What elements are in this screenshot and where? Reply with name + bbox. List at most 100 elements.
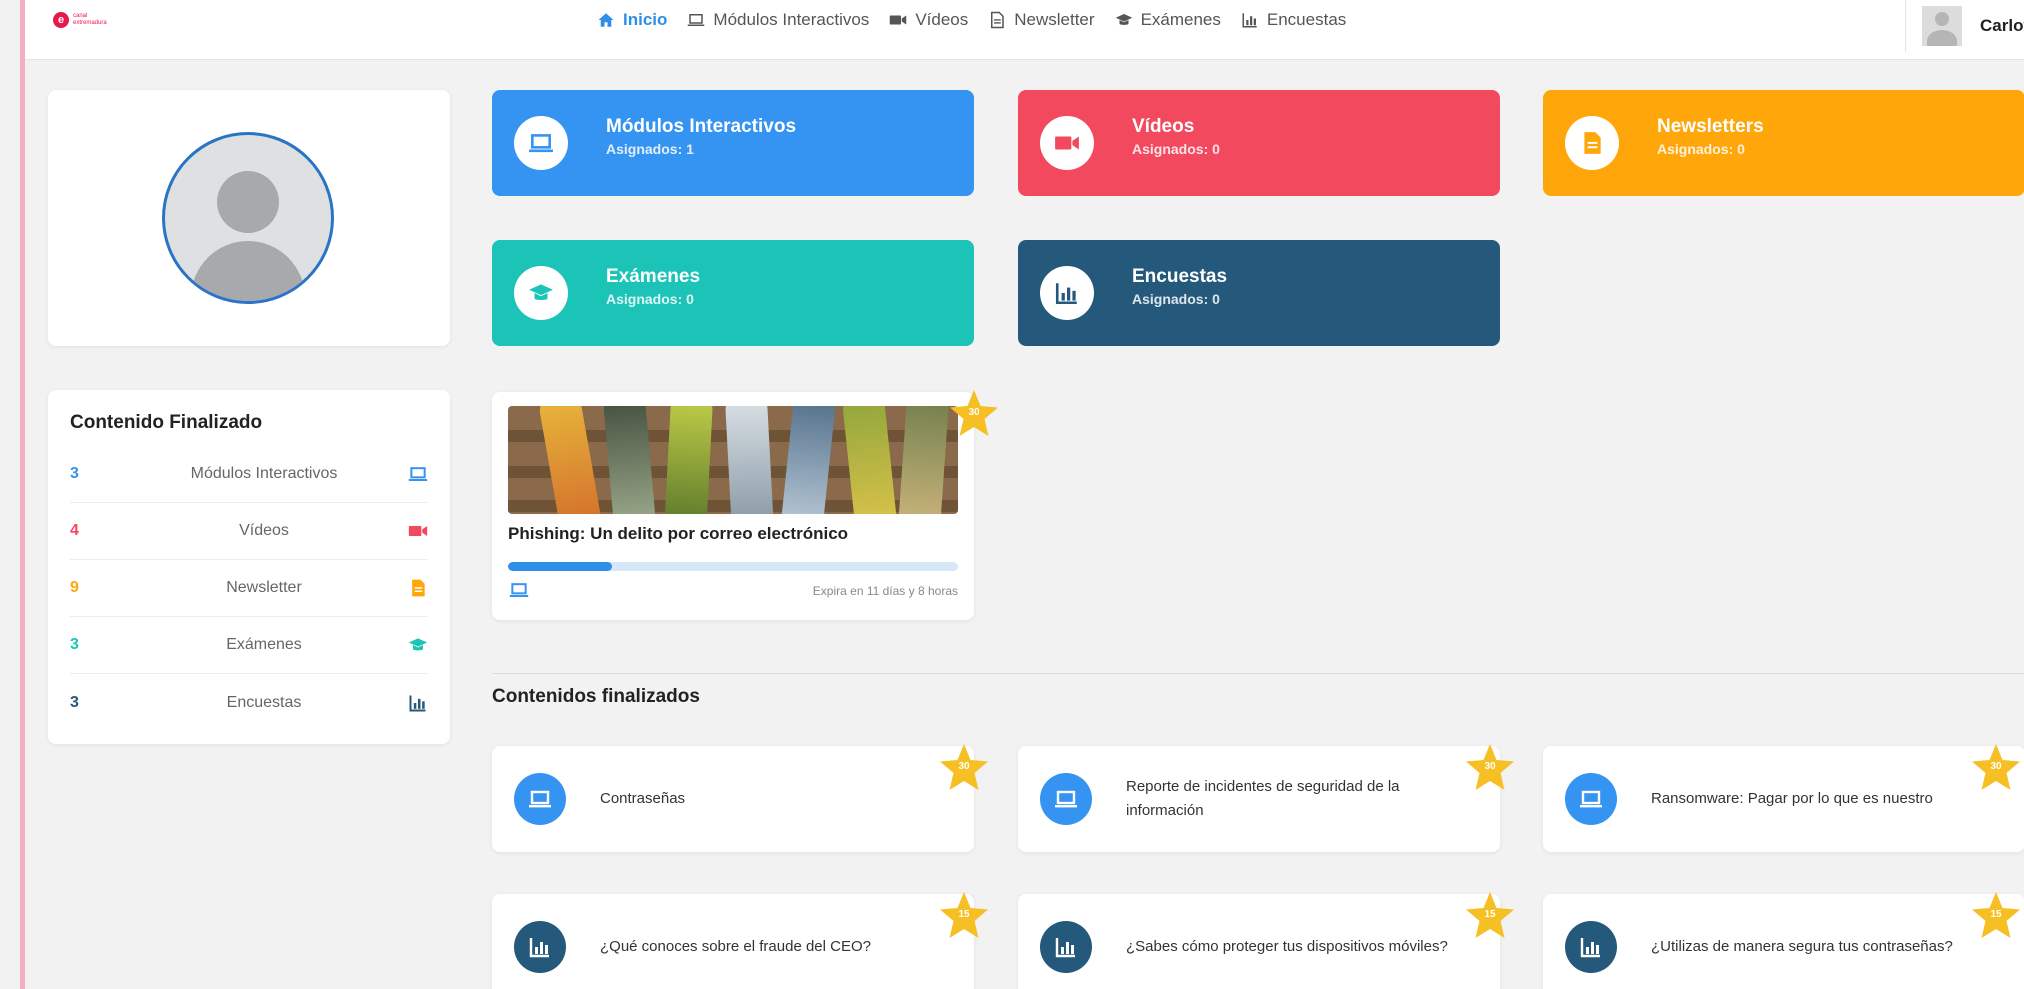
points-value: 30 (958, 761, 970, 772)
laptop-icon (529, 790, 551, 808)
finished-content-title: Contenido Finalizado (70, 412, 263, 433)
laptop-icon (688, 14, 705, 26)
nav-item-inicio[interactable]: Inicio (597, 10, 667, 30)
points-badge: 15 (1464, 890, 1516, 940)
tile-title: Módulos Interactivos (606, 115, 797, 137)
points-value: 15 (1990, 909, 2002, 920)
video-icon (408, 526, 428, 536)
nav-item-videos[interactable]: Vídeos (889, 10, 968, 30)
laptop-icon (1580, 790, 1602, 808)
course-title: Phishing: Un delito por correo electróni… (508, 524, 849, 543)
finished-count: 4 (70, 522, 79, 539)
section-divider (492, 673, 2024, 674)
user-menu[interactable]: Carlota (1905, 0, 2024, 52)
tile-subtitle: Asignados: 0 (1132, 140, 1220, 157)
completed-item-title: ¿Qué conoces sobre el fraude del CEO? (600, 938, 871, 955)
points-badge: 15 (938, 890, 990, 940)
bar-chart-icon (1580, 938, 1600, 958)
graduation-cap-icon (408, 638, 428, 651)
bar-chart-icon (1055, 283, 1077, 305)
completed-item-card[interactable]: ¿Utilizas de manera segura tus contraseñ… (1543, 894, 2024, 989)
completed-item-title: Ransomware: Pagar por lo que es nuestro (1651, 790, 1933, 807)
tile-subtitle: Asignados: 0 (606, 290, 694, 307)
profile-card (48, 90, 450, 346)
course-expiry: Expira en 11 días y 8 horas (812, 584, 958, 598)
nav-label: Módulos Interactivos (713, 10, 870, 29)
nav-label: Newsletter (1014, 10, 1095, 29)
tile-title: Encuestas (1132, 265, 1228, 287)
graduation-cap-icon (1115, 14, 1132, 25)
document-icon (412, 579, 425, 597)
tile-title: Newsletters (1657, 115, 1764, 137)
tile-modulos-interactivos[interactable]: Módulos Interactivos Asignados: 1 (492, 90, 974, 196)
points-badge: 15 (1970, 890, 2022, 940)
tile-subtitle: Asignados: 0 (1132, 290, 1220, 307)
nav-label: Inicio (623, 10, 668, 29)
nav-item-newsletter[interactable]: Newsletter (988, 10, 1095, 30)
bar-chart-icon (529, 938, 549, 958)
tile-title: Exámenes (606, 265, 701, 287)
points-badge: 30 (938, 742, 990, 792)
completed-item-card[interactable]: ¿Sabes cómo proteger tus dispositivos mó… (1018, 894, 1500, 989)
points-value: 15 (958, 909, 970, 920)
brand-logo-icon: e (53, 12, 69, 28)
video-icon (890, 15, 907, 25)
tile-newsletters[interactable]: Newsletters Asignados: 0 (1543, 90, 2024, 196)
laptop-icon (509, 583, 529, 597)
finished-count: 3 (70, 465, 79, 482)
video-icon (1055, 136, 1079, 150)
points-badge: 30 (1970, 742, 2022, 792)
graduation-cap-icon (529, 284, 553, 301)
finished-row-modulos: 3 Módulos Interactivos (70, 446, 428, 503)
tile-subtitle: Asignados: 1 (606, 140, 694, 157)
finished-row-examenes: 3 Exámenes (70, 617, 428, 674)
tile-videos[interactable]: Vídeos Asignados: 0 (1018, 90, 1500, 196)
user-avatar (1922, 6, 1962, 46)
completed-item-card[interactable]: ¿Qué conoces sobre el fraude del CEO? (492, 894, 974, 989)
finished-label: Exámenes (226, 636, 302, 653)
points-value: 30 (1990, 761, 2002, 772)
completed-item-title: ¿Sabes cómo proteger tus dispositivos mó… (1126, 938, 1448, 955)
bar-chart-icon (1242, 13, 1257, 28)
completed-item-card[interactable]: Ransomware: Pagar por lo que es nuestro (1543, 746, 2024, 852)
finished-label: Newsletter (226, 579, 302, 596)
completed-item-card[interactable]: Reporte de incidentes de seguridad de la… (1018, 746, 1500, 852)
course-thumbnail (508, 406, 958, 514)
points-value: 30 (968, 407, 980, 418)
finished-row-videos: 4 Vídeos (70, 503, 428, 560)
brand-text: canal extremadura (73, 13, 107, 26)
completed-section-title: Contenidos finalizados (492, 686, 700, 707)
tile-subtitle: Asignados: 0 (1657, 140, 1745, 157)
avatar (162, 132, 334, 304)
document-icon (991, 11, 1004, 29)
in-progress-course-card[interactable]: Phishing: Un delito por correo electróni… (492, 392, 974, 620)
tile-examenes[interactable]: Exámenes Asignados: 0 (492, 240, 974, 346)
user-name: Carlota (1980, 16, 2024, 35)
points-value: 15 (1484, 909, 1496, 920)
main-nav: Inicio Módulos Interactivos Vídeos Newsl… (597, 10, 1346, 30)
tile-title: Vídeos (1132, 115, 1195, 137)
finished-content-card: Contenido Finalizado 3 Módulos Interacti… (48, 390, 450, 744)
laptop-icon (408, 467, 428, 481)
nav-item-encuestas[interactable]: Encuestas (1241, 10, 1346, 30)
nav-label: Encuestas (1266, 10, 1347, 29)
home-icon (598, 13, 614, 27)
completed-item-title: ¿Utilizas de manera segura tus contraseñ… (1651, 938, 1953, 955)
course-progress-bar (508, 562, 958, 571)
tile-encuestas[interactable]: Encuestas Asignados: 0 (1018, 240, 1500, 346)
completed-item-card[interactable]: Contraseñas (492, 746, 974, 852)
bar-chart-icon (409, 695, 426, 711)
finished-label: Vídeos (239, 522, 289, 539)
finished-row-newsletter: 9 Newsletter (70, 560, 428, 617)
laptop-icon (1055, 790, 1077, 808)
finished-count: 3 (70, 693, 79, 711)
nav-item-examenes[interactable]: Exámenes (1115, 10, 1221, 30)
left-accent-bar (20, 0, 25, 989)
points-badge: 30 (948, 388, 1000, 438)
nav-label: Exámenes (1140, 10, 1221, 29)
nav-item-modulos[interactable]: Módulos Interactivos (687, 10, 869, 30)
completed-item-title: Reporte de incidentes de seguridad de la… (1126, 778, 1400, 819)
bar-chart-icon (1055, 938, 1075, 958)
brand-logo[interactable]: e canal extremadura (53, 12, 113, 28)
finished-row-encuestas: 3 Encuestas (70, 674, 428, 731)
